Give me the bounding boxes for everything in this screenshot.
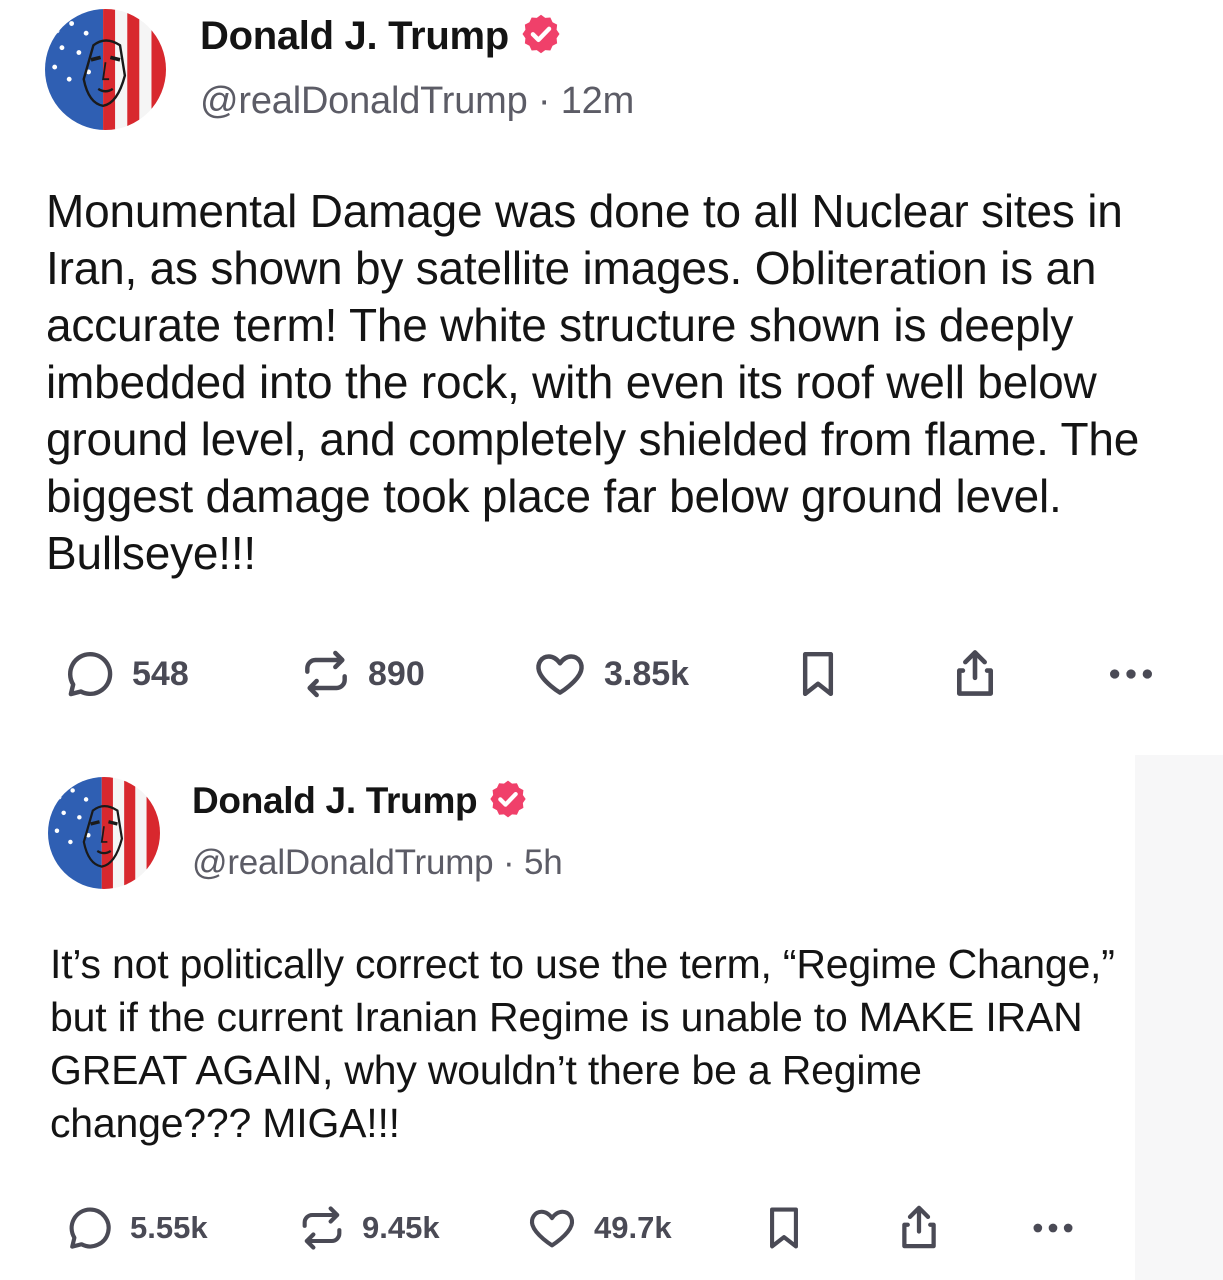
repost-button[interactable]: 9.45k bbox=[296, 1202, 440, 1254]
handle-time: @realDonaldTrump · 5h bbox=[192, 843, 563, 883]
reply-count: 548 bbox=[132, 654, 189, 693]
more-icon bbox=[1110, 669, 1152, 679]
action-bar: 548 890 3.85k bbox=[0, 640, 1223, 710]
post-text: It’s not politically correct to use the … bbox=[50, 941, 1115, 1146]
repost-button[interactable]: 890 bbox=[298, 646, 425, 702]
share-icon bbox=[902, 1205, 936, 1249]
repost-icon bbox=[302, 1206, 342, 1250]
bookmark-button[interactable] bbox=[758, 1202, 810, 1254]
more-button[interactable] bbox=[1102, 646, 1160, 702]
reply-icon bbox=[67, 651, 113, 697]
share-button[interactable] bbox=[946, 644, 1004, 702]
reply-icon bbox=[69, 1207, 111, 1249]
like-icon bbox=[529, 1209, 575, 1248]
verified-badge-icon bbox=[519, 12, 563, 61]
more-button[interactable] bbox=[1026, 1202, 1080, 1254]
separator-dot: · bbox=[502, 843, 515, 882]
author-name-row: Donald J. Trump bbox=[200, 8, 563, 64]
avatar[interactable] bbox=[45, 9, 166, 130]
reply-button[interactable]: 5.55k bbox=[64, 1202, 208, 1254]
author-name-row: Donald J. Trump bbox=[192, 775, 529, 827]
author-name[interactable]: Donald J. Trump bbox=[192, 780, 478, 822]
repost-icon bbox=[305, 650, 347, 698]
post-time[interactable]: 5h bbox=[524, 843, 563, 882]
flag-face-avatar-icon bbox=[45, 9, 166, 130]
post-time[interactable]: 12m bbox=[561, 80, 635, 122]
post-card: Donald J. Trump @realDonaldTrump · 12m M… bbox=[0, 0, 1223, 735]
repost-count: 890 bbox=[368, 654, 425, 693]
like-button[interactable]: 3.85k bbox=[530, 646, 689, 702]
bookmark-icon bbox=[770, 1207, 798, 1249]
reply-count: 5.55k bbox=[130, 1210, 208, 1245]
author-name[interactable]: Donald J. Trump bbox=[200, 14, 509, 59]
repost-count: 9.45k bbox=[362, 1210, 440, 1245]
share-button[interactable] bbox=[892, 1200, 946, 1254]
post-card: Donald J. Trump @realDonaldTrump · 5h It… bbox=[0, 755, 1135, 1280]
handle-time: @realDonaldTrump · 12m bbox=[200, 80, 634, 123]
background-strip bbox=[1135, 755, 1223, 1280]
like-icon bbox=[536, 654, 584, 695]
like-count: 3.85k bbox=[604, 654, 690, 693]
reply-button[interactable]: 548 bbox=[62, 646, 189, 702]
post-text: Monumental Damage was done to all Nuclea… bbox=[46, 185, 1140, 579]
verified-badge-icon bbox=[487, 778, 529, 825]
flag-face-avatar-icon bbox=[48, 777, 160, 889]
like-count: 49.7k bbox=[594, 1210, 672, 1245]
like-button[interactable]: 49.7k bbox=[524, 1202, 672, 1254]
author-handle[interactable]: @realDonaldTrump bbox=[192, 843, 494, 882]
separator-dot: · bbox=[537, 80, 551, 122]
bookmark-button[interactable] bbox=[790, 646, 846, 702]
share-icon bbox=[956, 650, 994, 696]
author-handle[interactable]: @realDonaldTrump bbox=[200, 80, 528, 122]
more-icon bbox=[1033, 1223, 1073, 1233]
avatar[interactable] bbox=[48, 777, 160, 889]
action-bar: 5.55k 9.45k 49.7k bbox=[0, 1198, 1135, 1258]
bookmark-icon bbox=[802, 651, 834, 697]
